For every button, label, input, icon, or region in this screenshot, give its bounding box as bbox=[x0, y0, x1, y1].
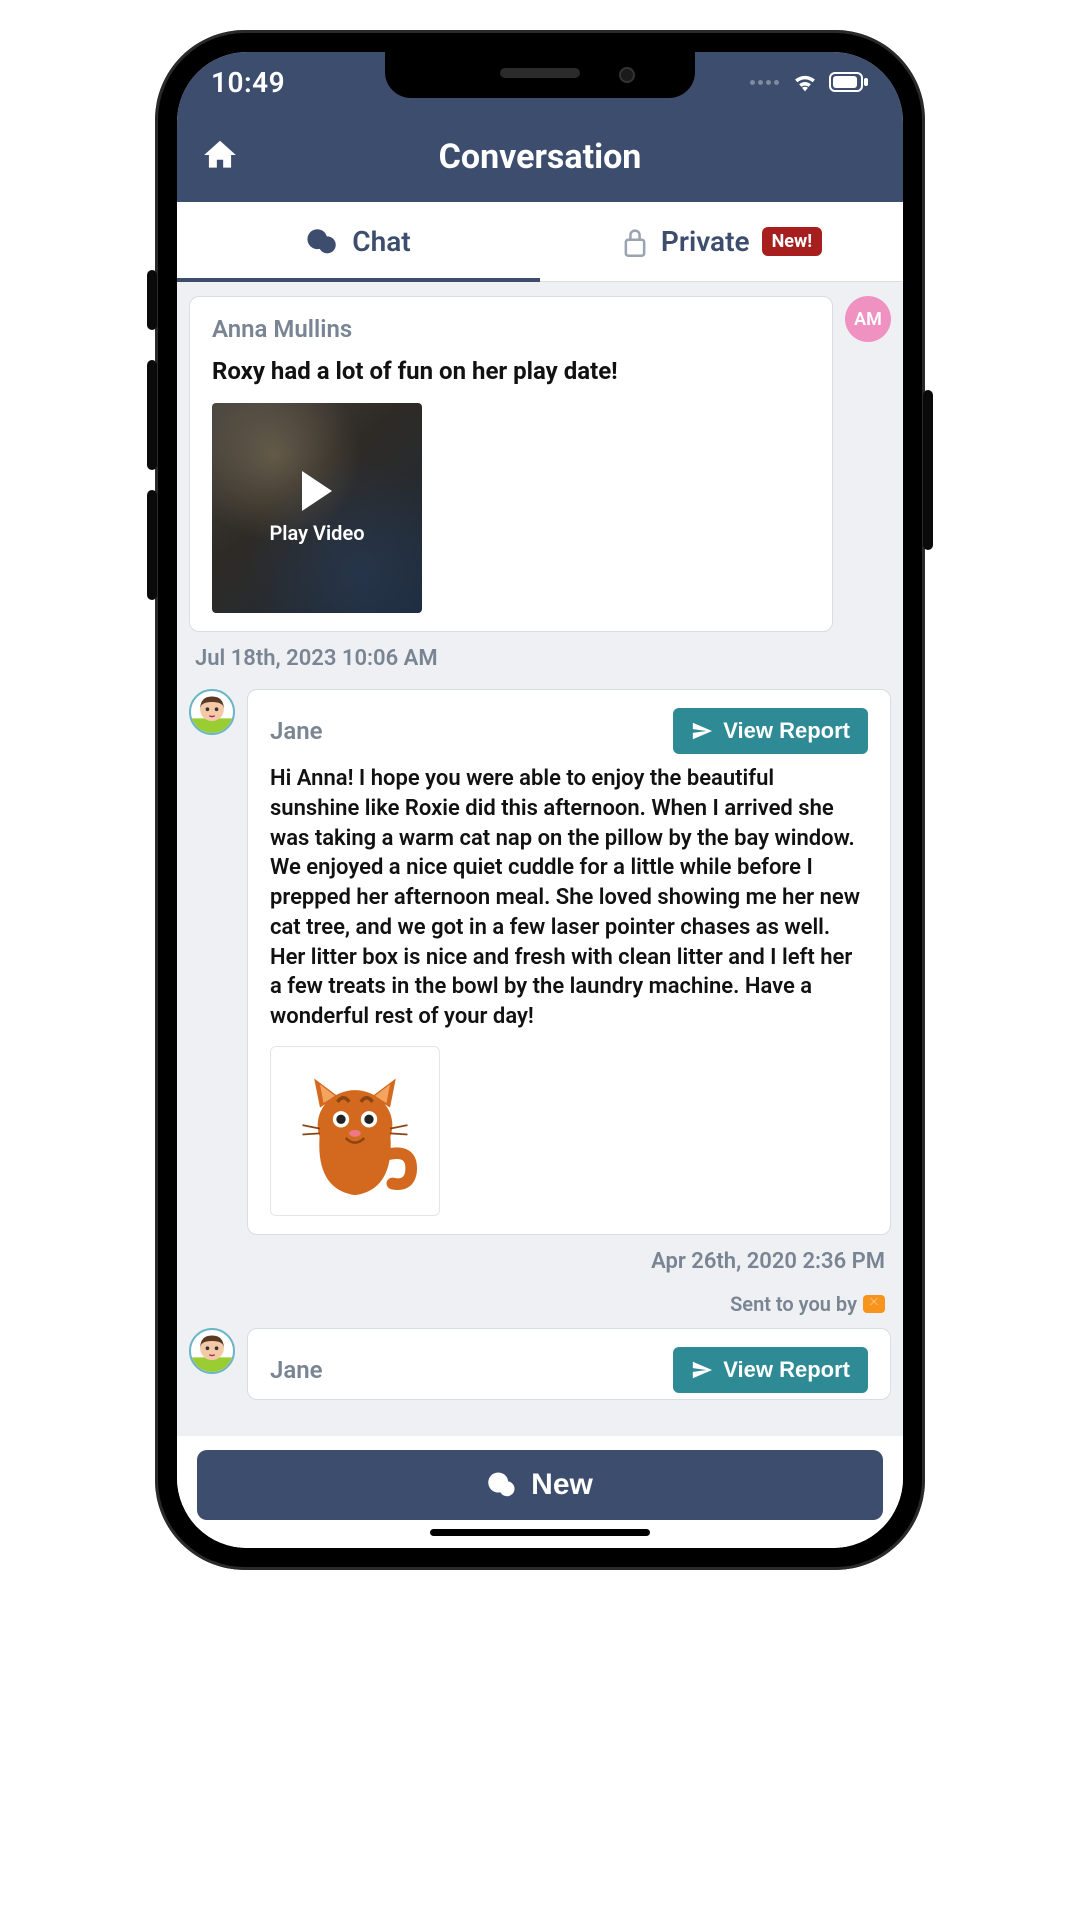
sticker-attachment[interactable] bbox=[270, 1046, 440, 1216]
app-header: Conversation bbox=[177, 112, 903, 202]
video-label: Play Video bbox=[269, 521, 364, 545]
message-list[interactable]: AM Anna Mullins Roxy had a lot of fun on… bbox=[177, 282, 903, 1436]
message-text: Roxy had a lot of fun on her play date! bbox=[212, 355, 810, 387]
video-thumbnail[interactable]: Play Video bbox=[212, 403, 422, 613]
view-report-label: View Report bbox=[723, 1357, 850, 1383]
chat-icon bbox=[487, 1470, 517, 1500]
view-report-button[interactable]: View Report bbox=[673, 1347, 868, 1393]
battery-icon bbox=[829, 72, 869, 92]
send-icon bbox=[691, 720, 713, 742]
home-icon bbox=[201, 136, 239, 174]
view-report-button[interactable]: View Report bbox=[673, 708, 868, 754]
sender-name: Jane bbox=[270, 1356, 323, 1384]
new-message-button[interactable]: New bbox=[197, 1450, 883, 1520]
page-title: Conversation bbox=[439, 137, 642, 177]
tab-private-label: Private bbox=[661, 225, 750, 258]
send-icon bbox=[691, 1359, 713, 1381]
tab-bar: Chat Private New! bbox=[177, 202, 903, 282]
message-body: Hi Anna! I hope you were able to enjoy t… bbox=[270, 764, 868, 1031]
sender-name: Anna Mullins bbox=[212, 315, 810, 343]
avatar-image bbox=[191, 1330, 233, 1372]
message-timestamp: Apr 26th, 2020 2:36 PM bbox=[189, 1243, 891, 1284]
sender-name: Jane bbox=[270, 717, 323, 745]
tab-chat[interactable]: Chat bbox=[177, 202, 540, 281]
message-row: AM Anna Mullins Roxy had a lot of fun on… bbox=[189, 296, 891, 632]
tab-private[interactable]: Private New! bbox=[540, 202, 903, 281]
new-message-label: New bbox=[531, 1468, 593, 1502]
play-icon bbox=[302, 471, 332, 511]
message-timestamp: Jul 18th, 2023 10:06 AM bbox=[189, 640, 891, 681]
mail-icon bbox=[863, 1295, 885, 1313]
tab-chat-label: Chat bbox=[352, 225, 410, 258]
message-card: Jane View Report Hi Anna! I hope you wer… bbox=[247, 689, 891, 1234]
view-report-label: View Report bbox=[723, 718, 850, 744]
sent-by-label: Sent to you by bbox=[730, 1292, 857, 1316]
chat-bubbles-icon bbox=[306, 225, 340, 259]
wifi-icon bbox=[791, 71, 819, 93]
message-row: Jane View Report Hi Anna! I hope you wer… bbox=[189, 689, 891, 1234]
message-card: Jane View Report bbox=[247, 1328, 891, 1400]
cellular-dots-icon bbox=[750, 80, 779, 85]
avatar[interactable]: AM bbox=[845, 296, 891, 342]
lock-icon bbox=[621, 226, 649, 258]
status-time: 10:49 bbox=[211, 66, 285, 99]
avatar[interactable] bbox=[189, 689, 235, 735]
avatar-image bbox=[191, 691, 233, 733]
message-row: Jane View Report bbox=[189, 1328, 891, 1400]
avatar[interactable] bbox=[189, 1328, 235, 1374]
new-badge: New! bbox=[762, 227, 823, 256]
message-card: Anna Mullins Roxy had a lot of fun on he… bbox=[189, 296, 833, 632]
home-indicator[interactable] bbox=[430, 1529, 650, 1536]
sent-by-row: Sent to you by bbox=[189, 1292, 891, 1316]
home-button[interactable] bbox=[201, 136, 239, 178]
cat-icon bbox=[285, 1061, 425, 1201]
